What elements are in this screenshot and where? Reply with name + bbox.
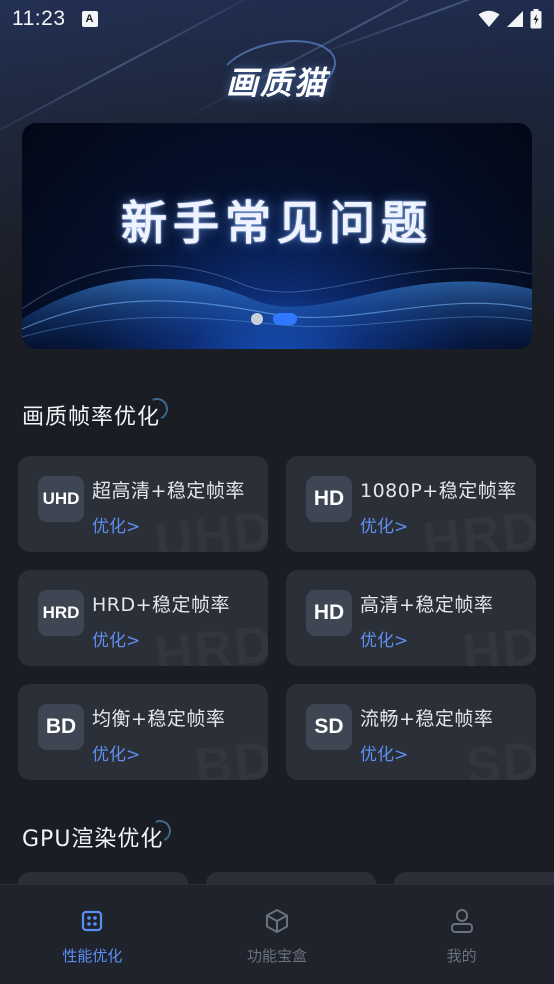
carousel-indicator	[251, 313, 297, 325]
carousel-dot-active[interactable]	[273, 313, 297, 325]
nav-label: 性能优化	[62, 947, 123, 965]
cellular-signal-icon	[507, 11, 523, 27]
carousel-dot[interactable]	[251, 313, 263, 325]
nav-label: 我的	[446, 947, 477, 965]
card-title: 流畅+稳定帧率	[360, 708, 494, 730]
card-title: HRD+稳定帧率	[92, 594, 231, 616]
status-bar: 11:23 A	[0, 0, 554, 38]
banner-title: 新手常见问题	[121, 196, 433, 250]
optimize-link[interactable]: 优化>	[92, 512, 140, 537]
cube-box-icon	[266, 909, 288, 933]
nav-performance[interactable]: 性能优化	[0, 885, 185, 984]
optimize-link[interactable]: 优化>	[92, 626, 140, 651]
notification-icon: A	[81, 11, 98, 27]
quality-badge: HD	[306, 476, 352, 522]
optimize-link[interactable]: 优化>	[360, 512, 408, 537]
card-watermark: BD	[192, 730, 268, 780]
card-watermark: HRD	[153, 614, 268, 666]
wifi-icon	[478, 10, 500, 27]
optimize-card-hrd[interactable]: HRD HRD HRD+稳定帧率 优化>	[18, 570, 268, 666]
quality-badge: BD	[38, 704, 84, 750]
quality-badge: HD	[306, 590, 352, 636]
card-watermark: UHD	[153, 500, 268, 552]
section-title-text: GPU渲染优化	[22, 827, 164, 852]
card-title: 1080P+稳定帧率	[360, 480, 517, 502]
battery-icon	[530, 9, 542, 29]
section-title-text: 画质帧率优化	[22, 405, 161, 430]
optimize-link[interactable]: 优化>	[360, 626, 408, 651]
quality-badge: HRD	[38, 590, 84, 636]
optimize-link[interactable]: 优化>	[360, 740, 408, 765]
app-screen: 11:23 A 画质猫 新手常见问题 画质帧率优化 UHD 超高清+稳定帧率 优…	[0, 0, 554, 984]
card-watermark: SD	[463, 730, 536, 780]
section-title-gpu: GPU渲染优化	[22, 816, 175, 853]
status-time: 11:23	[12, 7, 66, 30]
quality-badge: UHD	[38, 476, 84, 522]
optimize-card-sd[interactable]: SD SD 流畅+稳定帧率 优化>	[286, 684, 536, 780]
card-title: 高清+稳定帧率	[360, 594, 494, 616]
card-title: 均衡+稳定帧率	[92, 708, 226, 730]
nav-label: 功能宝盒	[247, 947, 308, 965]
nav-toolbox[interactable]: 功能宝盒	[185, 885, 370, 984]
bottom-navigation: 性能优化 功能宝盒 我的	[0, 884, 554, 984]
optimize-card-1080p[interactable]: HRD HD 1080P+稳定帧率 优化>	[286, 456, 536, 552]
optimize-card-uhd[interactable]: UHD UHD 超高清+稳定帧率 优化>	[18, 456, 268, 552]
card-watermark: HD	[460, 616, 536, 666]
status-icons	[478, 9, 542, 29]
nav-profile[interactable]: 我的	[369, 885, 554, 984]
optimize-link[interactable]: 优化>	[92, 740, 140, 765]
optimize-card-bd[interactable]: BD BD 均衡+稳定帧率 优化>	[18, 684, 268, 780]
optimize-card-hd[interactable]: HD HD 高清+稳定帧率 优化>	[286, 570, 536, 666]
card-watermark: HRD	[421, 500, 536, 552]
section-title-frame-rate: 画质帧率优化	[22, 394, 172, 431]
dice-icon	[82, 910, 103, 932]
quality-badge: SD	[306, 704, 352, 750]
app-logo: 画质猫	[0, 30, 554, 114]
banner-carousel[interactable]: 新手常见问题	[22, 123, 532, 349]
person-icon	[450, 909, 473, 933]
card-title: 超高清+稳定帧率	[92, 480, 245, 502]
